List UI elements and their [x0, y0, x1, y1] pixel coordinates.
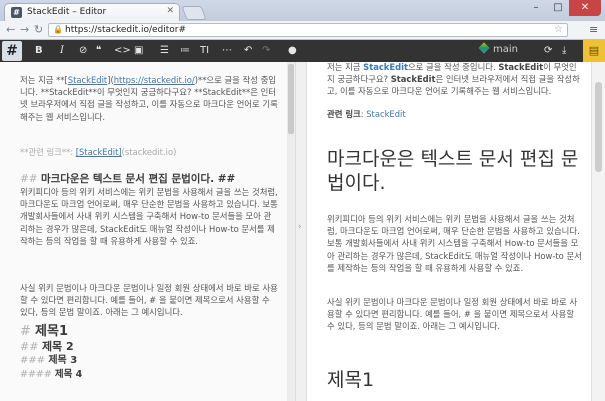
pv-stackedit-link[interactable]: StackEdit — [363, 62, 408, 72]
preview-paragraph-2: 관련 링크: StackEdit — [327, 108, 582, 120]
ordered-list-icon[interactable]: ☰ — [160, 43, 169, 59]
italic-button[interactable]: I — [60, 43, 64, 59]
editor-heading-3: ### 제목 3 — [20, 354, 278, 368]
p1-link-url: https://stackedit.io/ — [113, 75, 195, 85]
editor-heading-4: #### 제목 4 — [20, 368, 278, 382]
chevron-right-icon[interactable]: › — [298, 222, 302, 232]
heading-4-text: 제목 4 — [54, 369, 83, 380]
browser-window: # StackEdit – Editor ✕ – □ ✕ ← → ↻ 🔒 htt… — [0, 0, 605, 401]
heading-1-mark: # — [20, 324, 36, 339]
workspace-branch[interactable]: main — [478, 42, 518, 55]
stackedit-favicon-icon: # — [11, 7, 22, 18]
tab-close-icon[interactable]: ✕ — [166, 6, 174, 16]
link-icon[interactable]: ⊘ — [79, 43, 87, 59]
code-icon[interactable]: <> — [114, 43, 131, 59]
heading-4-mark: #### — [20, 369, 55, 380]
heading-2-mark: ## — [20, 340, 42, 353]
h2-mark: ## — [20, 173, 41, 185]
markdown-editor[interactable]: 저는 지금 **[StackEdit](https://stackedit.io… — [0, 62, 295, 401]
new-tab-button[interactable] — [181, 6, 207, 20]
back-arrow-icon[interactable]: ← — [6, 23, 15, 36]
editor-heading-1: # 제목1 — [20, 324, 278, 339]
editor-paragraph-3: 위키피디아 등의 위키 서비스에는 위키 문법을 사용해서 글을 쓰는 것처럼,… — [20, 187, 278, 246]
pane-divider[interactable]: › — [295, 62, 307, 401]
tab-title: StackEdit – Editor — [27, 7, 107, 17]
p1-before: 저는 지금 **[ — [20, 75, 68, 85]
preview-heading-title1: 제목1 — [327, 369, 375, 391]
pv-p1-a: 저는 지금 — [327, 62, 364, 72]
undo-icon[interactable]: ↶ — [244, 43, 252, 59]
editor-heading-line: ## 마크다운은 텍스트 문서 편집 문법이다. ## — [20, 172, 278, 186]
quote-icon[interactable]: ❝ — [96, 43, 101, 59]
pv-p1-bold1: StackEdit — [498, 62, 544, 72]
h2-text: 마크다운은 텍스트 문서 편집 문법이다. ## — [40, 173, 236, 185]
image-icon[interactable]: ▣ — [134, 43, 143, 59]
close-window-button[interactable]: ✕ — [569, 0, 601, 16]
comment-icon[interactable]: ● — [288, 43, 297, 59]
preview-paragraph-1: 저는 지금 StackEdit으로 글을 작성 중입니다. StackEdit이… — [327, 62, 582, 98]
preview-scroll-thumb[interactable] — [595, 82, 602, 172]
editor-paragraph-2: **관련 링크**: [StackEdit](stackedit.io) — [20, 146, 278, 158]
browser-tab[interactable]: # StackEdit – Editor ✕ — [4, 3, 180, 21]
window-controls: – □ ✕ — [525, 0, 601, 17]
editor-paragraph-1: 저는 지금 **[StackEdit](https://stackedit.io… — [20, 74, 278, 123]
tab-strip: # StackEdit – Editor ✕ – □ ✕ — [0, 0, 605, 21]
editor-scroll-thumb[interactable] — [288, 64, 294, 134]
navigation-bar: ← → ↻ 🔒 https://stackedit.io/editor# ☆ ≡ — [0, 21, 605, 40]
preview-scrollbar[interactable] — [591, 62, 605, 401]
pv-related-link[interactable]: StackEdit — [366, 109, 405, 119]
redo-icon[interactable]: ↷ — [262, 43, 270, 59]
maximize-button[interactable]: □ — [547, 0, 569, 16]
p2-link-text: [StackEdit] — [75, 147, 122, 157]
reload-icon[interactable]: ↻ — [34, 23, 43, 36]
download-icon[interactable]: ⤓ — [562, 43, 566, 59]
heading-1-text: 제목1 — [35, 324, 68, 339]
heading-2-text: 제목 2 — [41, 340, 74, 353]
preview-paragraph-4: 사실 위키 문법이나 마크다운 문법이나 일정 회원 상태에서 바로 바로 사용… — [327, 297, 578, 332]
heading-3-text: 제목 3 — [48, 355, 78, 366]
browser-menu-icon[interactable]: ≡ — [589, 23, 598, 36]
pv-related-label: 관련 링크 — [327, 109, 361, 119]
heading-icon[interactable]: TI — [200, 43, 209, 59]
p2-link-ref: (stackedit.io) — [121, 147, 177, 157]
url-text: https://stackedit.io/editor# — [65, 25, 187, 35]
google-drive-icon — [478, 42, 490, 54]
unordered-list-icon[interactable]: ≔ — [180, 43, 190, 59]
editor-paragraph-4: 사실 위키 문법이나 마크다운 문법이나 일정 회원 상태에서 바로 바로 사용… — [20, 283, 278, 318]
branch-label: main — [493, 44, 518, 55]
pv-p1-bold2: StackEdit — [390, 74, 436, 85]
horizontal-rule-icon[interactable]: ⋯ — [222, 43, 232, 59]
forward-arrow-icon[interactable]: → — [20, 23, 29, 36]
navigation-menu-button[interactable]: # — [2, 41, 22, 61]
sync-icon[interactable]: ⟳ — [544, 43, 552, 59]
address-bar[interactable]: 🔒 https://stackedit.io/editor# ☆ — [48, 23, 568, 37]
bold-button[interactable]: B — [35, 43, 43, 59]
preview-pane: 저는 지금 StackEdit으로 글을 작성 중입니다. StackEdit이… — [307, 62, 591, 401]
preview-heading-1: 마크다운은 텍스트 문서 편집 문법이다. — [327, 148, 579, 194]
bookmark-star-icon[interactable]: ☆ — [554, 24, 563, 35]
lock-icon: 🔒 — [53, 25, 63, 34]
pv-p1-b: 으로 글을 작성 중입니다. — [407, 62, 499, 72]
heading-3-mark: ### — [20, 355, 49, 366]
folder-icon[interactable]: ▤ — [583, 40, 605, 62]
editor-heading-2: ## 제목 2 — [20, 340, 278, 354]
p2-label: **관련 링크**: — [20, 147, 76, 157]
minimize-button[interactable]: – — [525, 0, 547, 16]
preview-paragraph-3: 위키피디아 등의 위키 서비스에는 위키 문법을 사용해서 글을 쓰는 것처럼,… — [327, 214, 582, 273]
p1-link-text: StackEdit — [67, 75, 108, 85]
editor-toolbar: # B I ⊘ ❝ <> ▣ ☰ ≔ TI ⋯ ↶ ↷ ● main ⟳ ⤓ ▤ — [0, 40, 605, 62]
